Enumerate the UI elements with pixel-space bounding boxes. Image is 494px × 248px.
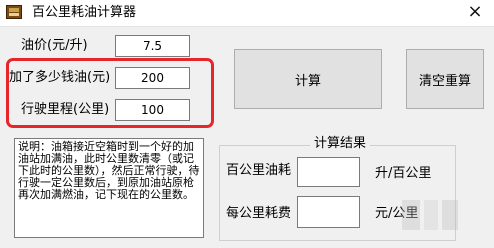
cost-label: 每公里耗费: [226, 206, 292, 221]
instructions-text[interactable]: 说明：油箱接近空箱时到一个好的加油站加满油，此时公里数清零（或记下此时的公里数）…: [14, 138, 204, 238]
consumption-output[interactable]: [297, 157, 360, 187]
close-icon[interactable]: ×: [464, 2, 486, 22]
reset-button[interactable]: 清空重算: [406, 49, 484, 109]
fuel-price-label: 油价(元/升): [21, 38, 88, 53]
fuel-price-input[interactable]: [115, 35, 190, 57]
window-title: 百公里耗油计算器: [32, 5, 137, 20]
watermark-logo: [402, 200, 458, 230]
cost-output[interactable]: [297, 196, 360, 228]
calculate-button[interactable]: 计算: [234, 49, 382, 109]
app-icon: [6, 5, 22, 19]
consumption-unit: 升/百公里: [375, 166, 432, 181]
highlight-box: [6, 58, 214, 128]
results-group-title: 计算结果: [310, 136, 371, 152]
consumption-label: 百公里油耗: [226, 163, 292, 178]
